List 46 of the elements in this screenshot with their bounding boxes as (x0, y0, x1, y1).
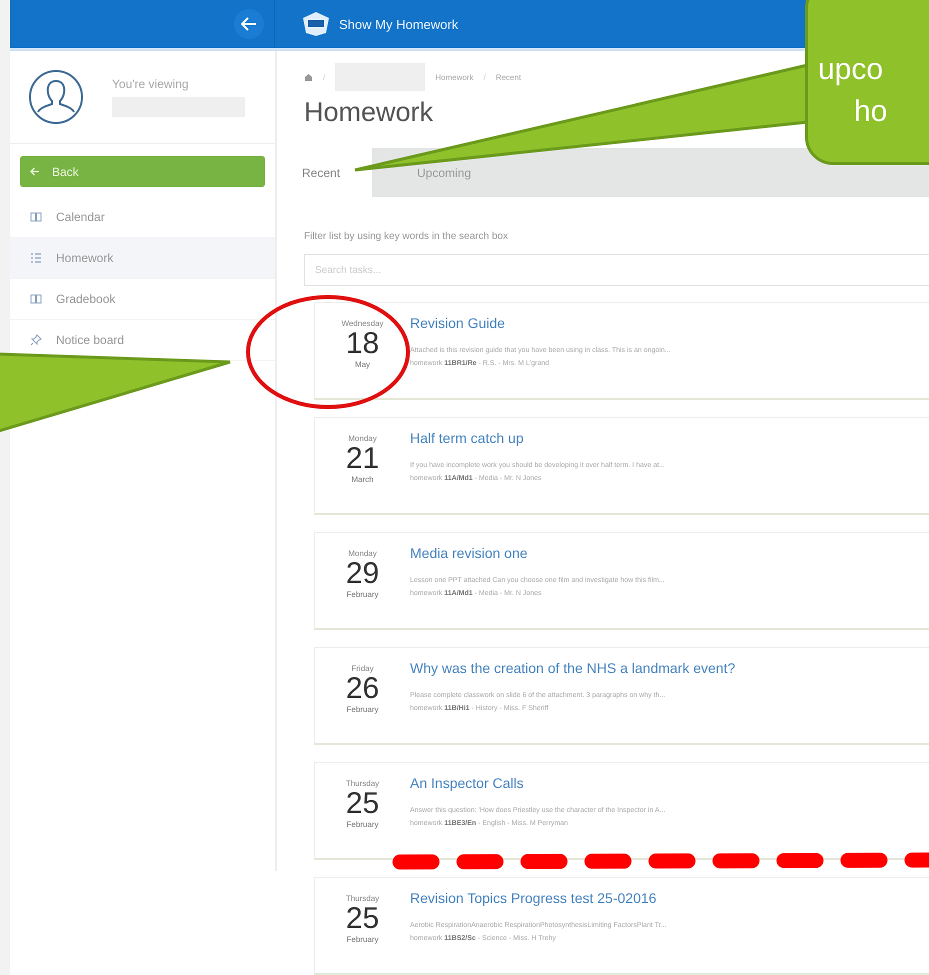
weekday: Friday (351, 664, 374, 673)
day-number: 26 (346, 673, 380, 705)
weekday: Monday (348, 549, 377, 558)
task-title[interactable]: An Inspector Calls (410, 775, 666, 791)
day-number: 18 (346, 328, 380, 360)
arrow-left-icon (241, 17, 257, 31)
weekday: Monday (348, 434, 377, 443)
task-title[interactable]: Revision Topics Progress test 25-02016 (410, 890, 666, 906)
task-title[interactable]: Revision Guide (410, 315, 671, 331)
task-title[interactable]: Half term catch up (410, 430, 665, 446)
month: May (354, 360, 370, 369)
book-icon (30, 294, 42, 304)
breadcrumb-separator: / (483, 72, 486, 82)
month: February (346, 935, 378, 944)
back-arrow-button[interactable] (234, 9, 264, 39)
home-icon (304, 72, 313, 82)
list-icon (30, 253, 42, 263)
book-icon (30, 212, 42, 222)
task-title[interactable]: Media revision one (410, 545, 665, 561)
arrow-left-icon (30, 167, 40, 176)
page-title: Homework (304, 97, 434, 128)
viewing-label: You're viewing (112, 77, 190, 91)
sidebar-item[interactable]: Homework (10, 238, 275, 279)
back-button[interactable]: Back (20, 156, 265, 187)
day-number: 25 (346, 788, 380, 820)
callout-text: ho (853, 94, 888, 130)
app-title: Show My Homework (339, 16, 458, 32)
day-number: 29 (346, 558, 380, 590)
month: February (346, 705, 378, 714)
month: March (351, 475, 374, 484)
day-number: 21 (346, 443, 380, 475)
breadcrumb-link[interactable]: Recent (496, 72, 522, 82)
day-number: 25 (346, 903, 380, 935)
breadcrumb-separator: / (323, 72, 326, 82)
logo-icon (301, 11, 331, 37)
task-title[interactable]: Why was the creation of the NHS a landmark event? (410, 660, 736, 676)
pin-icon (30, 334, 42, 346)
month: February (346, 820, 378, 829)
weekday: Thursday (346, 894, 380, 903)
filter-hint: Filter list by using key words in the search box (304, 231, 509, 242)
callout-text: upco (818, 52, 884, 88)
weekday: Wednesday (341, 319, 384, 328)
weekday: Thursday (346, 779, 380, 788)
avatar-icon (28, 69, 84, 125)
breadcrumb-link[interactable]: Homework (435, 72, 474, 82)
month: February (346, 590, 378, 599)
